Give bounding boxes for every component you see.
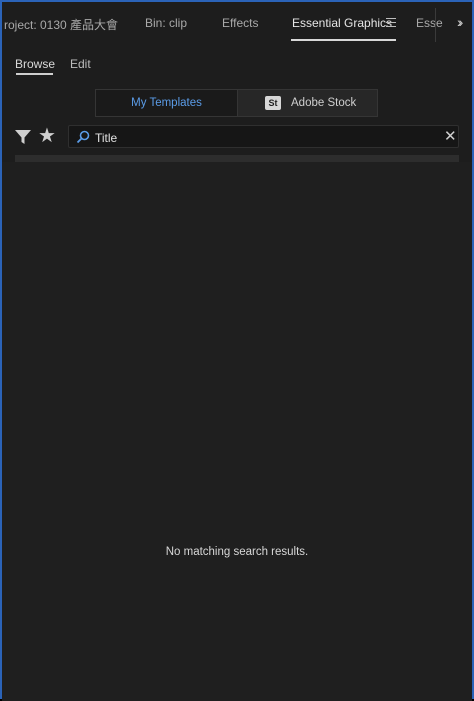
tab-essential-graphics[interactable]: Essential Graphics (292, 16, 392, 30)
close-icon[interactable]: ✕ (444, 128, 457, 145)
tab-essential-sound[interactable]: Esse (416, 16, 443, 30)
tab-effects[interactable]: Effects (222, 16, 258, 30)
subtab-indicator (16, 73, 53, 75)
tab-bin-clip[interactable]: Bin: clip (145, 16, 187, 30)
tab-divider (435, 8, 436, 42)
search-input[interactable]: Title (95, 131, 117, 145)
hamburger-icon[interactable] (386, 18, 396, 28)
adobe-stock-button[interactable]: St Adobe Stock (237, 90, 377, 116)
funnel-icon[interactable] (14, 128, 32, 146)
source-toggle: My Templates St Adobe Stock (95, 89, 378, 117)
search-field[interactable]: Title ✕ (68, 125, 459, 148)
empty-state-message: No matching search results. (165, 546, 309, 558)
star-icon[interactable]: ★ (38, 126, 56, 146)
panel-tab-bar: roject: 0130 產品大會 Bin: clip Effects Esse… (2, 2, 472, 44)
essential-graphics-panel: roject: 0130 產品大會 Bin: clip Effects Esse… (0, 0, 474, 701)
double-chevron-right-icon[interactable]: ›› (457, 14, 464, 30)
adobe-stock-label: Adobe Stock (291, 97, 357, 109)
magnifier-icon (76, 130, 90, 144)
results-list[interactable] (2, 162, 472, 701)
subtab-edit[interactable]: Edit (70, 57, 91, 71)
active-tab-indicator (291, 39, 396, 41)
results-list-header (15, 155, 459, 162)
tab-project[interactable]: roject: 0130 產品大會 (4, 16, 118, 33)
my-templates-button[interactable]: My Templates (96, 90, 237, 116)
subtab-browse[interactable]: Browse (15, 57, 55, 71)
adobe-stock-icon: St (265, 96, 281, 110)
my-templates-label: My Templates (131, 97, 202, 109)
